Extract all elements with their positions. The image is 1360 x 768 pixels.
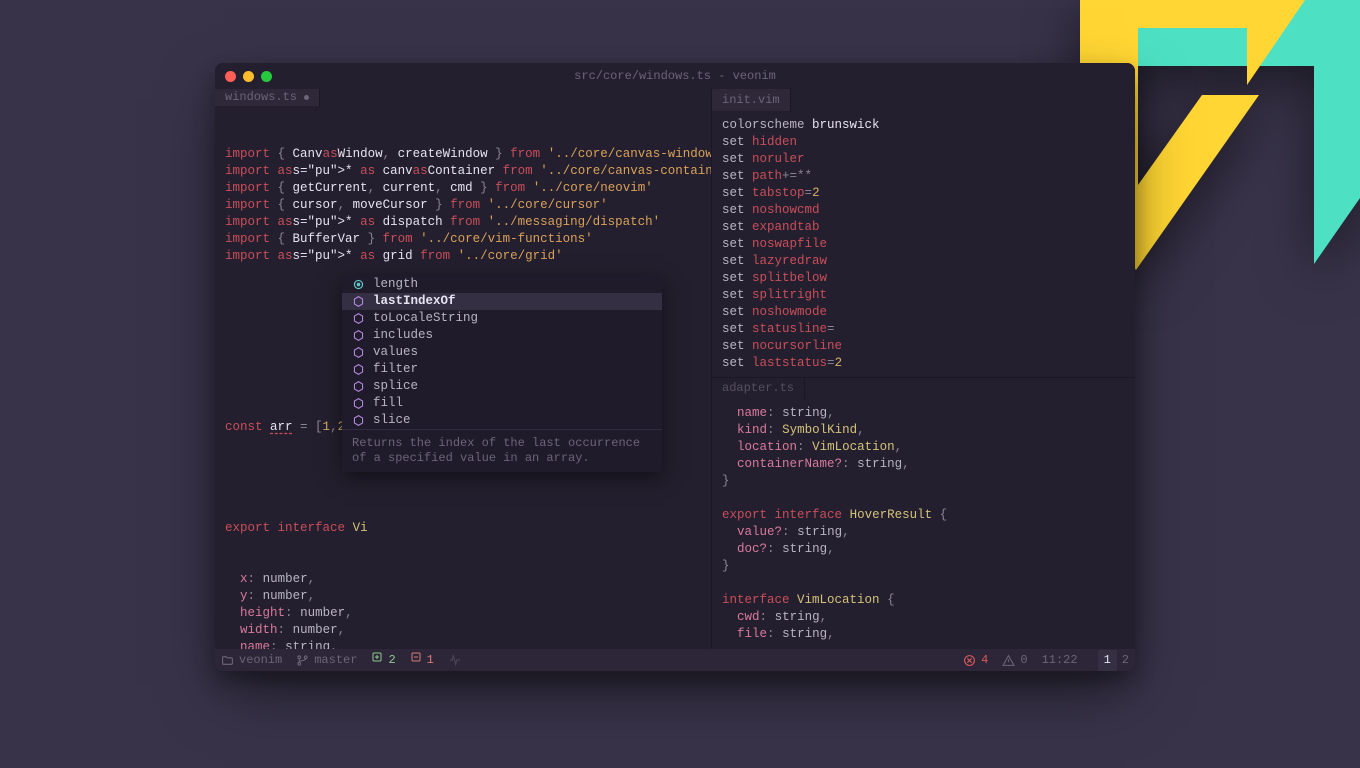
folder-icon [221, 654, 234, 667]
tab-label: adapter.ts [722, 380, 794, 397]
tab-adapter-ts[interactable]: adapter.ts [712, 378, 805, 399]
completion-item[interactable]: values [342, 344, 662, 361]
method-icon [352, 380, 365, 393]
completion-item[interactable]: fill [342, 395, 662, 412]
pulse-icon [448, 653, 462, 667]
left-editor[interactable]: import { CanvasWindow, createWindow } fr… [215, 106, 711, 649]
left-pane: windows.ts import { CanvasWindow, create… [215, 89, 712, 649]
zoom-icon[interactable] [261, 71, 272, 82]
tab-label: windows.ts [225, 89, 297, 106]
status-problems[interactable]: 4 0 [963, 652, 1027, 669]
adapter-editor[interactable]: name: string, kind: SymbolKind, location… [712, 399, 1135, 649]
status-activity [448, 653, 462, 667]
modified-dot-icon [304, 95, 309, 100]
git-branch-icon [296, 654, 309, 667]
completion-item[interactable]: filter [342, 361, 662, 378]
tab-init-vim[interactable]: init.vim [712, 89, 791, 111]
status-folder[interactable]: veonim [221, 652, 282, 669]
titlebar: src/core/windows.ts - veonim [215, 63, 1135, 89]
completion-item[interactable]: toLocaleString [342, 310, 662, 327]
minimize-icon[interactable] [243, 71, 254, 82]
completion-item[interactable]: slice [342, 412, 662, 429]
method-icon [352, 295, 365, 308]
method-icon [352, 312, 365, 325]
removed-icon [410, 651, 422, 669]
method-icon [352, 397, 365, 410]
completion-item[interactable]: length [342, 276, 662, 293]
window-title: src/core/windows.ts - veonim [215, 68, 1135, 85]
close-icon[interactable] [225, 71, 236, 82]
method-icon [352, 346, 365, 359]
completion-doc: Returns the index of the last occurrence… [342, 429, 662, 472]
method-icon [352, 363, 365, 376]
status-diff[interactable]: 2 1 [371, 651, 433, 669]
error-icon [963, 654, 976, 667]
completion-item[interactable]: includes [342, 327, 662, 344]
right-pane: init.vim colorscheme brunswickset hidden… [712, 89, 1135, 649]
added-icon [371, 651, 383, 669]
method-icon [352, 329, 365, 342]
editor-window: src/core/windows.ts - veonim windows.ts … [215, 63, 1135, 671]
init-vim-editor[interactable]: colorscheme brunswickset hiddenset norul… [712, 111, 1135, 377]
status-branch[interactable]: master [296, 652, 357, 669]
completion-item[interactable]: splice [342, 378, 662, 395]
status-time: 11:22 [1042, 652, 1078, 669]
completion-item[interactable]: lastIndexOf [342, 293, 662, 310]
tab-label: init.vim [722, 92, 780, 109]
property-icon [352, 278, 365, 291]
statusbar: veonim master 2 1 [215, 649, 1135, 671]
warning-icon [1002, 654, 1015, 667]
tab-windows-ts[interactable]: windows.ts [215, 89, 320, 106]
status-position: 1 2 [1092, 650, 1129, 671]
completion-popup[interactable]: lengthlastIndexOftoLocaleStringincludesv… [342, 276, 662, 472]
method-icon [352, 414, 365, 427]
